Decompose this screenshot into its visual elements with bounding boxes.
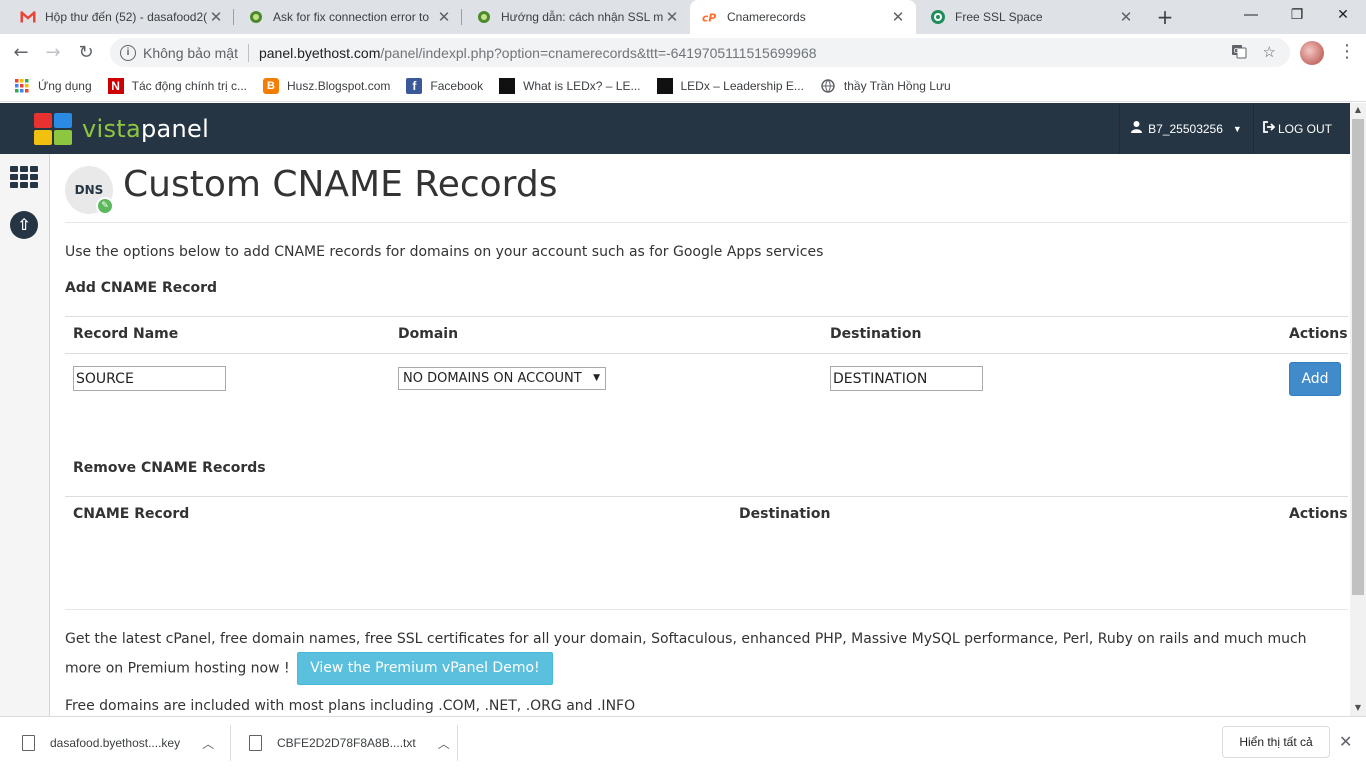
bookmark-star-icon[interactable]: ☆ (1263, 43, 1276, 63)
pencil-icon: ✎ (96, 197, 114, 215)
col-cname-record: CNAME Record (73, 506, 190, 522)
profile-avatar[interactable] (1300, 41, 1324, 65)
vistapanel-header: vistapanel B7_25503256 ▼ LOG OUT (0, 103, 1350, 154)
domain-select[interactable]: NO DOMAINS ON ACCOUNT ▼ (398, 367, 606, 390)
add-section-heading: Add CNAME Record (65, 280, 218, 296)
caret-down-icon: ▼ (593, 373, 600, 383)
reload-button[interactable]: ↻ (73, 40, 99, 66)
col-record-name: Record Name (73, 326, 179, 342)
add-button[interactable]: Add (1289, 362, 1341, 396)
back-button[interactable]: ← (8, 40, 34, 66)
new-tab-button[interactable]: + (1152, 4, 1178, 30)
close-icon[interactable]: ✕ (664, 8, 680, 26)
n-logo-icon: N (107, 78, 124, 94)
col-remove-actions: Actions (1289, 506, 1348, 522)
file-icon (249, 735, 262, 751)
remove-section-heading: Remove CNAME Records (73, 460, 266, 476)
col-domain: Domain (398, 326, 459, 342)
col-actions: Actions (1289, 326, 1348, 342)
info-icon[interactable]: i (120, 44, 136, 61)
username: B7_25503256 (1148, 121, 1223, 136)
free-domains-text: Free domains are included with most plan… (65, 698, 636, 714)
col-remove-destination: Destination (739, 506, 831, 522)
col-destination: Destination (830, 326, 922, 342)
menu-kebab-icon[interactable]: ⋮ (1338, 40, 1356, 64)
close-icon[interactable]: ✕ (890, 8, 906, 26)
tab-cnamerecords[interactable]: cP Cnamerecords ✕ (690, 0, 916, 34)
promo-text: Get the latest cPanel, free domain names… (65, 627, 1345, 685)
bookmark-facebook[interactable]: f Facebook (406, 78, 483, 94)
svg-text:cP: cP (702, 11, 716, 23)
browser-toolbar: ← → ↻ i Không bảo mật panel.byethost.com… (0, 34, 1366, 71)
url-path: /panel/indexpl.php?option=cnamerecords&t… (380, 44, 817, 61)
destination-input[interactable] (830, 366, 983, 391)
page-scrollbar[interactable]: ▲ ▼ (1350, 103, 1366, 716)
bookmark-thay-tran[interactable]: thầy Trần Hồng Lưu (820, 78, 951, 94)
view-demo-button[interactable]: View the Premium vPanel Demo! (297, 652, 553, 685)
translate-icon[interactable]: G (1231, 43, 1247, 63)
logo-squares-icon (34, 113, 72, 145)
globe-icon (820, 78, 836, 94)
gmail-icon (20, 9, 36, 25)
forum-icon (248, 9, 264, 25)
browser-tab-strip: Hộp thư đến (52) - dasafood2( ✕ Ask for … (0, 0, 1366, 34)
close-icon[interactable]: ✕ (1118, 8, 1134, 26)
user-menu[interactable]: B7_25503256 ▼ (1119, 103, 1254, 154)
download-item[interactable]: CBFE2D2D78F8A8B....txt ︿ (249, 725, 450, 761)
close-icon[interactable]: ✕ (436, 8, 452, 26)
bookmark-apps[interactable]: Ứng dụng (14, 78, 92, 94)
bookmark-tac-dong[interactable]: N Tác động chính trị c... (107, 78, 247, 94)
tab-ssl-guide[interactable]: Hướng dẫn: cách nhận SSL miễ ✕ (464, 0, 690, 34)
bookmark-what-is-ledx[interactable]: What is LEDx? – LE... (499, 78, 641, 94)
file-icon (22, 735, 35, 751)
upload-icon[interactable]: ⇧ (10, 211, 38, 239)
show-all-downloads-button[interactable]: Hiển thị tất cả (1222, 726, 1330, 758)
blogger-icon: B (263, 78, 280, 94)
caret-down-icon: ▼ (1232, 123, 1242, 134)
scrollbar-thumb[interactable] (1352, 119, 1364, 595)
forum-icon (476, 9, 492, 25)
tab-gmail[interactable]: Hộp thư đến (52) - dasafood2( ✕ (8, 0, 234, 34)
close-window-button[interactable]: ✕ (1320, 0, 1366, 30)
download-item[interactable]: dasafood.byethost....key ︿ (22, 725, 214, 761)
tab-ask-fix[interactable]: Ask for fix connection error to ✕ (236, 0, 462, 34)
logout-icon (1262, 121, 1276, 136)
bookmark-ledx-leadership[interactable]: LEDx – Leadership E... (656, 78, 804, 94)
ssl-icon (930, 9, 946, 25)
vistapanel-logo[interactable]: vistapanel (34, 113, 209, 145)
address-bar[interactable]: i Không bảo mật panel.byethost.com/panel… (110, 38, 1290, 67)
close-icon[interactable]: ✕ (1339, 732, 1352, 752)
cpanel-icon: cP (702, 9, 718, 25)
main-content: DNS ✎ Custom CNAME Records Use the optio… (50, 154, 1350, 716)
record-name-input[interactable] (73, 366, 226, 391)
forward-button[interactable]: → (40, 40, 66, 66)
ledx-icon (656, 78, 673, 94)
bookmark-husz[interactable]: B Husz.Blogspot.com (263, 78, 390, 94)
left-sidebar: ⇧ (0, 154, 50, 716)
apps-grid-icon[interactable] (10, 166, 38, 188)
chevron-up-icon[interactable]: ︿ (202, 735, 214, 752)
user-icon (1131, 121, 1143, 136)
url-host: panel.byethost.com (258, 44, 381, 61)
restore-button[interactable]: ❐ (1274, 0, 1320, 30)
svg-text:G: G (1233, 47, 1238, 55)
page-title: Custom CNAME Records (123, 164, 558, 205)
download-shelf: dasafood.byethost....key ︿ CBFE2D2D78F8A… (0, 716, 1366, 768)
scroll-up-icon[interactable]: ▲ (1350, 103, 1366, 117)
apps-grid-icon (14, 78, 30, 94)
close-icon[interactable]: ✕ (208, 8, 224, 26)
logout-button[interactable]: LOG OUT (1262, 103, 1332, 154)
tab-free-ssl[interactable]: Free SSL Space ✕ (918, 0, 1144, 34)
minimize-button[interactable]: ― (1228, 0, 1274, 30)
ledx-icon (499, 78, 516, 94)
bookmarks-bar: Ứng dụng N Tác động chính trị c... B Hus… (0, 71, 1366, 102)
chevron-up-icon[interactable]: ︿ (438, 735, 450, 752)
facebook-icon: f (406, 78, 423, 94)
intro-text: Use the options below to add CNAME recor… (65, 244, 824, 260)
scroll-down-icon[interactable]: ▼ (1350, 701, 1366, 715)
security-label[interactable]: Không bảo mật (143, 45, 238, 61)
